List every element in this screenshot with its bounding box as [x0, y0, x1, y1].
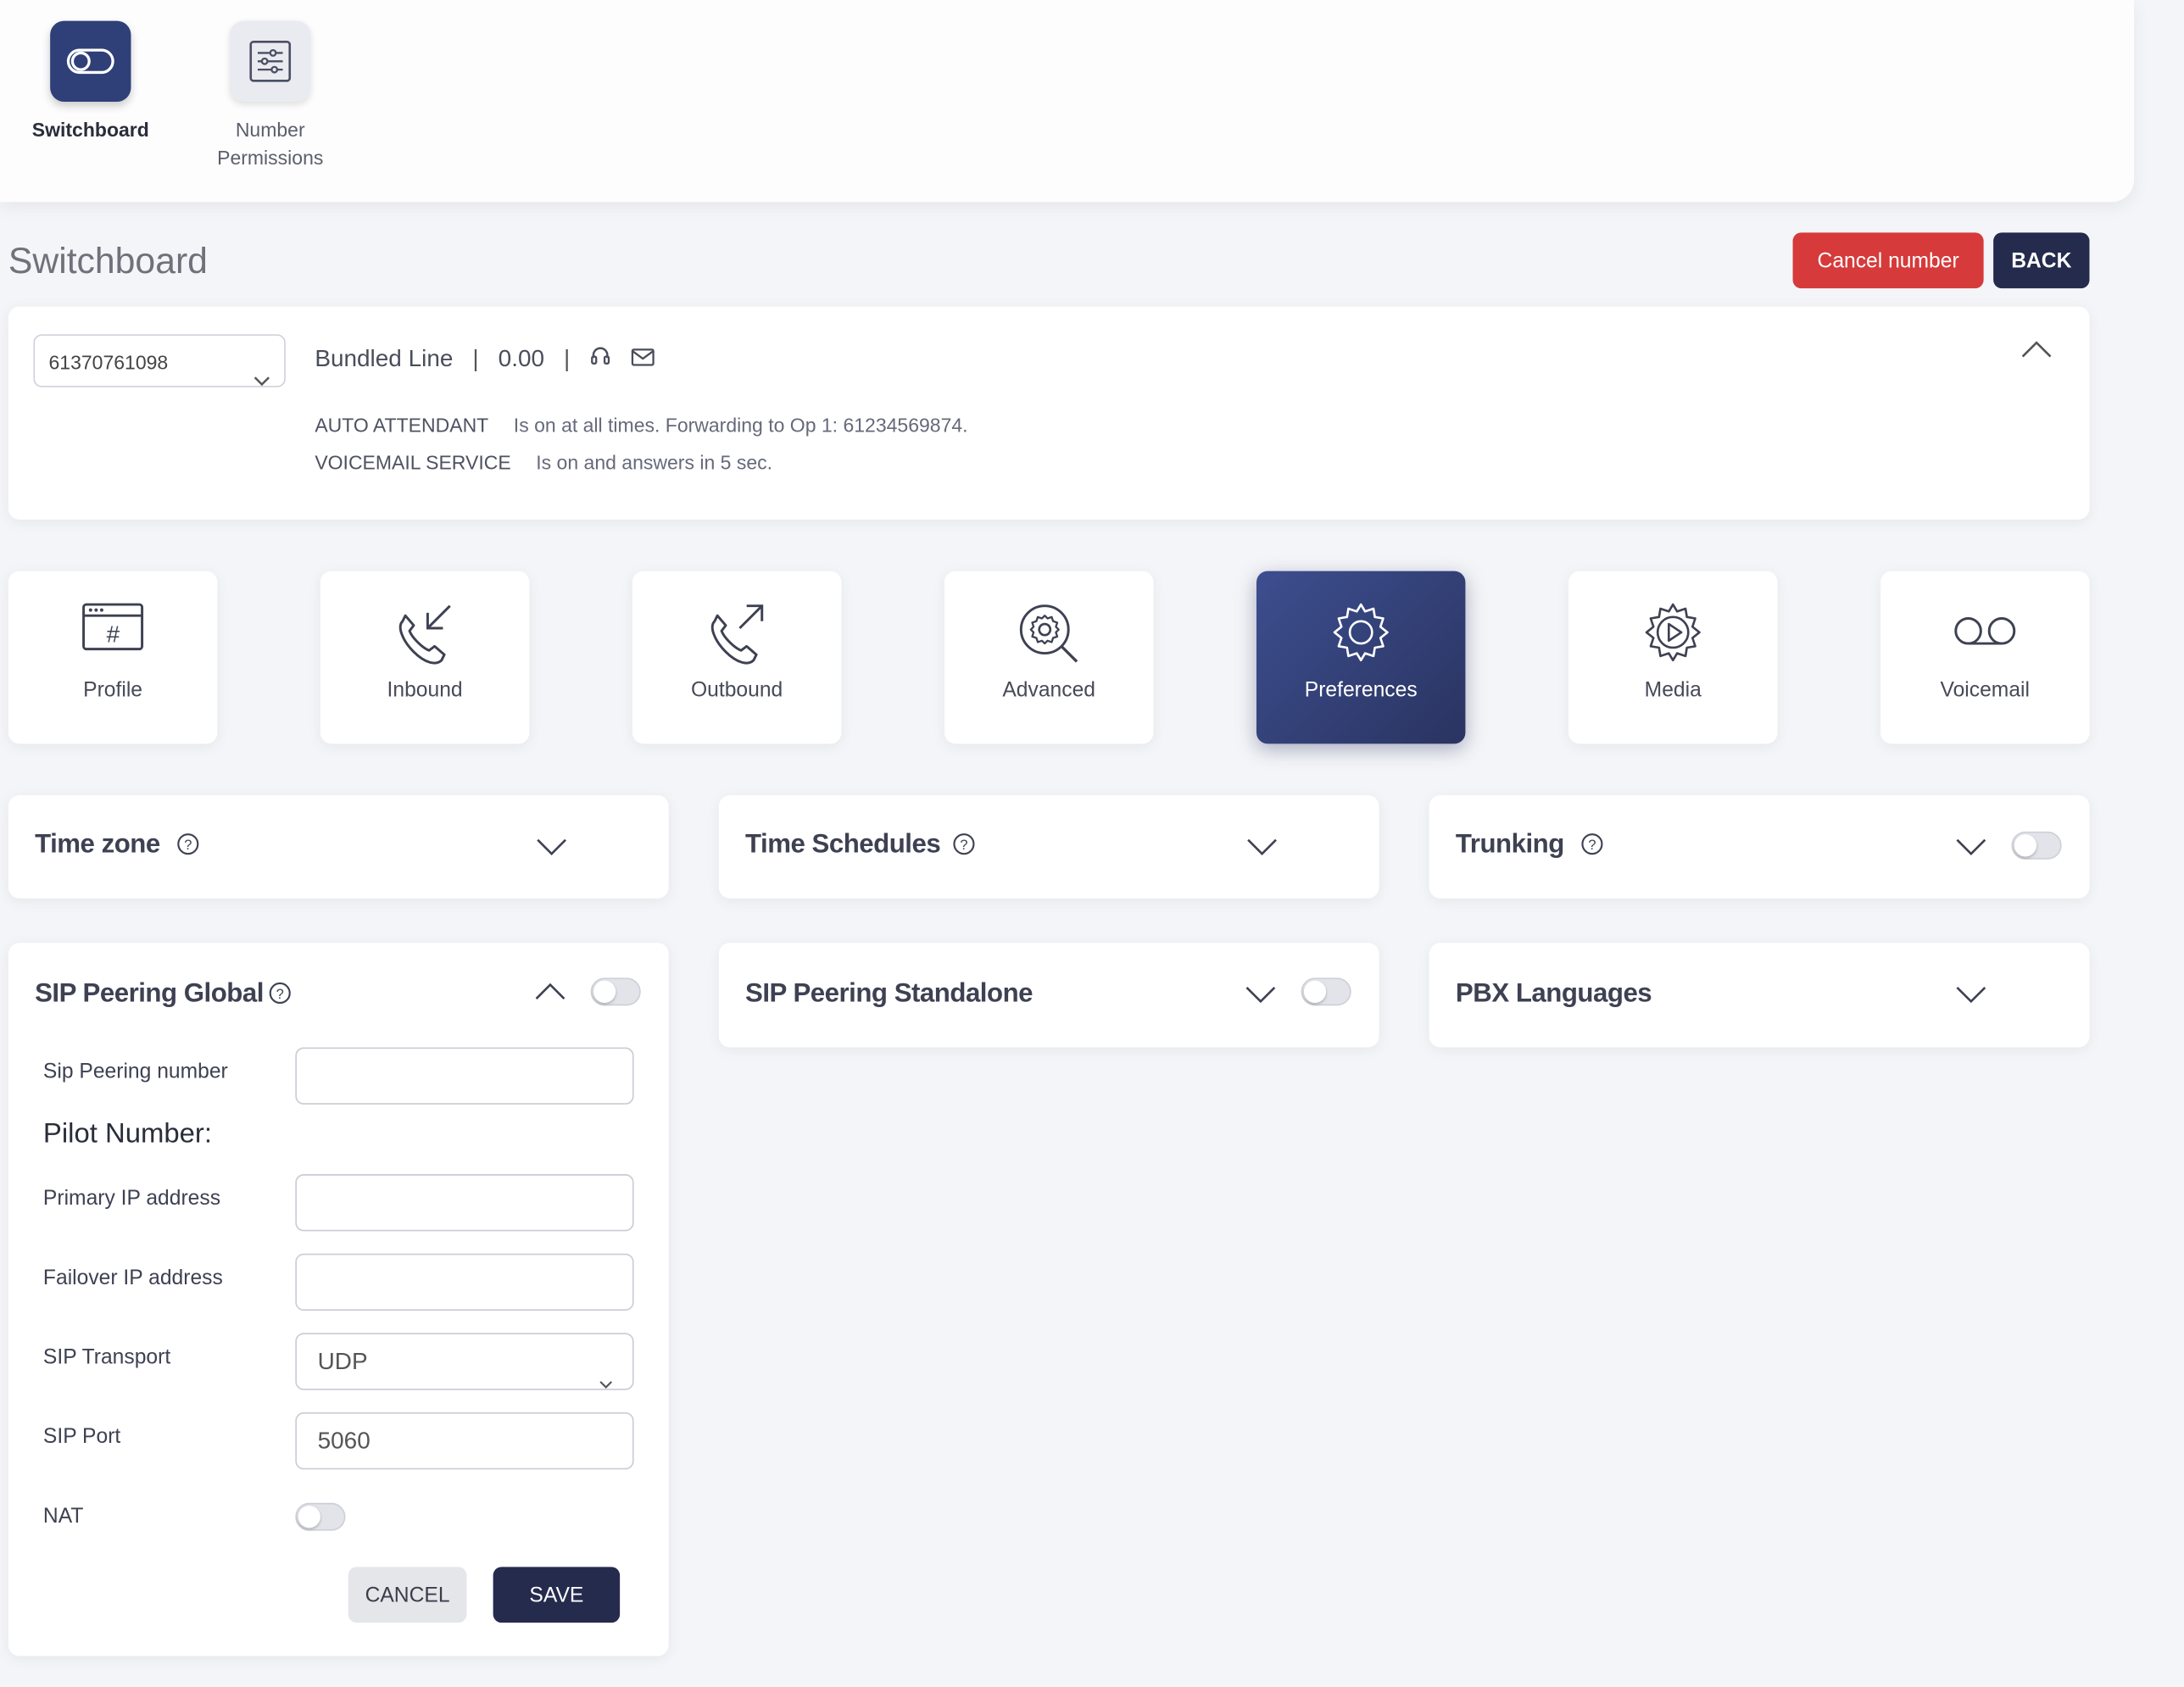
tab-label: Preferences — [1304, 678, 1418, 703]
tab-voicemail[interactable]: Voicemail — [1880, 571, 2090, 744]
separator: | — [564, 344, 571, 371]
primary-ip-label: Primary IP address — [42, 1186, 221, 1211]
app-label: Switchboard — [31, 118, 149, 141]
selected-number: 61370761098 — [48, 351, 169, 374]
sip-transport-label: SIP Transport — [42, 1345, 171, 1370]
number-select[interactable]: 61370761098 — [33, 334, 286, 387]
save-button[interactable]: SAVE — [493, 1567, 621, 1623]
svg-text:?: ? — [276, 987, 284, 1002]
panel-title: PBX Languages — [1455, 979, 1652, 1009]
mail-icon[interactable] — [632, 345, 655, 373]
status-key: AUTO ATTENDANT — [315, 413, 489, 437]
sip-peering-global-toggle[interactable] — [590, 977, 641, 1006]
time-schedules-panel[interactable]: Time Schedules ? — [718, 795, 1379, 899]
tab-profile[interactable]: # Profile — [8, 571, 218, 744]
trunking-toggle[interactable] — [2011, 831, 2062, 860]
sliders-list-icon — [230, 20, 311, 102]
tab-label: Voicemail — [1940, 678, 2031, 703]
app-switcher-bar: Switchboard Number Permissions — [0, 0, 2135, 203]
failover-ip-input[interactable] — [295, 1253, 634, 1311]
app-number-permissions[interactable]: Number Permissions — [201, 20, 340, 171]
panel-title: Time Schedules — [745, 830, 941, 860]
page-title: Switchboard — [8, 239, 208, 281]
svg-text:#: # — [106, 621, 120, 647]
sip-port-label: SIP Port — [42, 1424, 121, 1449]
panel-title: SIP Peering Standalone — [745, 979, 1034, 1009]
svg-text:?: ? — [1588, 838, 1596, 853]
primary-ip-input[interactable] — [295, 1174, 634, 1232]
chevron-down-icon[interactable] — [1245, 837, 1279, 863]
chevron-down-icon[interactable] — [1244, 985, 1277, 1011]
chevron-down-icon[interactable] — [535, 837, 568, 863]
tab-advanced[interactable]: Advanced — [944, 571, 1154, 744]
headset-icon[interactable] — [589, 344, 611, 374]
app-switchboard[interactable]: Switchboard — [28, 20, 153, 144]
panel-title: Trunking — [1455, 830, 1564, 860]
auto-attendant-status: AUTO ATTENDANT Is on at all times. Forwar… — [315, 414, 967, 436]
chevron-up-icon[interactable] — [533, 982, 566, 1008]
failover-ip-label: Failover IP address — [42, 1266, 223, 1290]
help-icon[interactable]: ? — [953, 833, 975, 863]
tab-label: Profile — [83, 678, 143, 703]
trunking-panel[interactable]: Trunking ? — [1429, 795, 2090, 899]
tab-preferences[interactable]: Preferences — [1256, 571, 1466, 744]
tab-media[interactable]: Media — [1568, 571, 1778, 744]
number-summary-card: 61370761098 Bundled Line | 0.00 | AUTO A… — [8, 306, 2090, 520]
back-button[interactable]: BACK — [1993, 232, 2090, 289]
tab-label: Media — [1644, 678, 1702, 703]
cancel-number-button[interactable]: Cancel number — [1792, 232, 1984, 289]
help-icon[interactable]: ? — [177, 833, 199, 863]
toggle-switch-icon — [50, 20, 131, 102]
sip-peering-standalone-toggle[interactable] — [1301, 977, 1351, 1006]
tab-label: Outbound — [691, 678, 783, 703]
svg-text:?: ? — [960, 838, 967, 853]
chevron-up-icon[interactable] — [2020, 340, 2053, 366]
sip-peering-number-label: Sip Peering number — [42, 1060, 228, 1084]
line-info: Bundled Line | 0.00 | — [315, 344, 655, 374]
sip-peering-standalone-panel[interactable]: SIP Peering Standalone — [718, 943, 1379, 1048]
help-icon[interactable]: ? — [1581, 833, 1603, 863]
phone-outbound-icon — [704, 602, 771, 673]
help-icon[interactable]: ? — [269, 982, 291, 1011]
time-zone-panel[interactable]: Time zone ? — [8, 795, 669, 899]
chevron-down-icon — [599, 1356, 613, 1410]
chevron-down-icon[interactable] — [1954, 985, 1987, 1011]
tab-inbound[interactable]: Inbound — [320, 571, 530, 744]
status-value: Is on and answers in 5 sec. — [536, 451, 773, 474]
chevron-down-icon[interactable] — [1954, 837, 1987, 863]
pilot-number-heading: Pilot Number: — [42, 1118, 212, 1150]
line-type: Bundled Line — [315, 344, 454, 371]
separator: | — [472, 344, 479, 371]
status-value: Is on at all times. Forwarding to Op 1: … — [513, 413, 968, 437]
nat-toggle[interactable] — [295, 1502, 346, 1531]
cancel-button[interactable]: CANCEL — [348, 1567, 467, 1623]
profile-hash-icon: # — [81, 602, 145, 659]
phone-inbound-icon — [392, 602, 459, 673]
panel-title: SIP Peering Global — [35, 979, 264, 1009]
tab-label: Advanced — [1002, 678, 1095, 703]
app-label: Number Permissions — [217, 118, 324, 169]
sip-port-input[interactable]: 5060 — [295, 1412, 634, 1470]
sip-transport-value: UDP — [317, 1348, 368, 1375]
balance: 0.00 — [498, 344, 545, 371]
sip-peering-number-input[interactable] — [295, 1047, 634, 1105]
gear-icon — [1328, 602, 1395, 673]
nat-label: NAT — [42, 1504, 84, 1528]
sip-transport-select[interactable]: UDP — [295, 1333, 634, 1390]
gear-play-icon — [1640, 602, 1707, 673]
status-key: VOICEMAIL SERVICE — [315, 451, 511, 474]
panel-title: Time zone — [35, 830, 160, 860]
tab-outbound[interactable]: Outbound — [632, 571, 842, 744]
tab-label: Inbound — [387, 678, 463, 703]
chevron-down-icon — [254, 354, 270, 406]
svg-text:?: ? — [184, 838, 192, 853]
voicemail-icon — [1952, 613, 2019, 656]
voicemail-service-status: VOICEMAIL SERVICE Is on and answers in 5 … — [315, 451, 772, 473]
gear-search-icon — [1016, 602, 1083, 673]
sip-peering-global-panel: SIP Peering Global ? Sip Peering number … — [8, 943, 669, 1656]
pbx-languages-panel[interactable]: PBX Languages — [1429, 943, 2090, 1048]
